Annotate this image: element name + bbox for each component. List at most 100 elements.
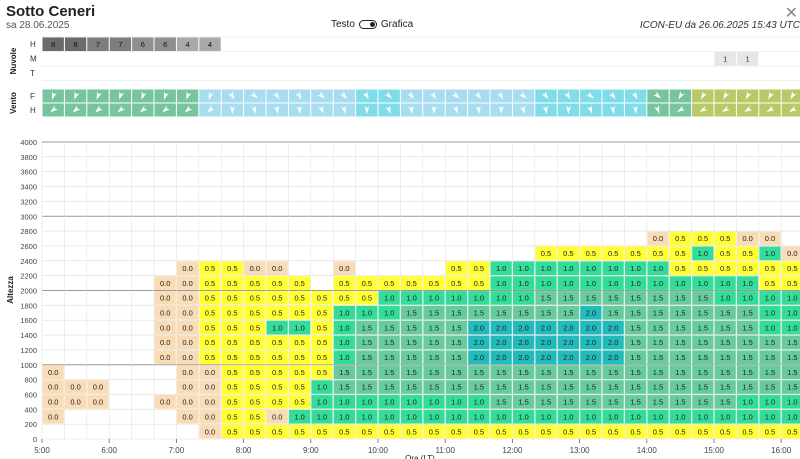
heat-cell-value: 1.0 xyxy=(586,279,596,288)
heat-cell-value: 1.0 xyxy=(541,412,551,421)
heat-cell-value: 1.5 xyxy=(384,383,394,392)
heat-cell-value: 1.5 xyxy=(451,338,461,347)
heat-cell-value: 0.5 xyxy=(675,234,685,243)
heat-cell-value: 1.5 xyxy=(630,368,640,377)
heat-cell-value: 1.5 xyxy=(787,353,797,362)
heat-cell-value: 0.5 xyxy=(227,323,237,332)
heat-cell-value: 1.5 xyxy=(653,294,663,303)
heat-cell-value: 1.5 xyxy=(653,398,663,407)
heat-cell-value: 0.5 xyxy=(698,234,708,243)
y-tick-label: 2400 xyxy=(20,257,37,266)
heat-cell-value: 1.5 xyxy=(675,398,685,407)
heat-cell-value: 1.5 xyxy=(675,353,685,362)
heat-cell-value: 0.5 xyxy=(429,279,439,288)
heat-cell-value: 1.5 xyxy=(362,383,372,392)
heat-cell-value: 2.0 xyxy=(541,338,551,347)
heat-cell-value: 0.5 xyxy=(787,264,797,273)
cloud-cell-value: 7 xyxy=(118,40,122,49)
heat-cell-value: 0.5 xyxy=(294,279,304,288)
heat-cell-value: 0.0 xyxy=(205,427,215,436)
heat-cell-value: 2.0 xyxy=(563,323,573,332)
heat-cell-value: 1.0 xyxy=(317,398,327,407)
heat-cell-value: 1.0 xyxy=(272,323,282,332)
wind-cell xyxy=(781,89,800,103)
heat-cell-value: 0.0 xyxy=(48,383,58,392)
x-axis-label: Ora (LT) xyxy=(405,454,435,459)
heat-cell-value: 1.5 xyxy=(742,353,752,362)
heat-cell-value: 1.5 xyxy=(518,308,528,317)
heat-cell-value: 0.5 xyxy=(362,279,372,288)
heat-cell-value: 1.5 xyxy=(653,383,663,392)
heat-cell-value: 1.0 xyxy=(742,412,752,421)
heat-cell-value: 0.0 xyxy=(160,294,170,303)
heat-cell-value: 2.0 xyxy=(474,353,484,362)
heat-cell-value: 1.5 xyxy=(720,308,730,317)
heat-cell-value: 2.0 xyxy=(518,353,528,362)
heat-cell-value: 1.0 xyxy=(518,279,528,288)
heat-cell-value: 0.5 xyxy=(541,249,551,258)
heat-cell-value: 2.0 xyxy=(474,323,484,332)
heat-cell-value: 1.5 xyxy=(406,368,416,377)
y-tick-label: 3600 xyxy=(20,168,37,177)
cloud-cell-value: 6 xyxy=(163,40,167,49)
heat-cell-value: 0.5 xyxy=(227,308,237,317)
heat-cell-value: 0.0 xyxy=(205,412,215,421)
heat-cell-value: 0.5 xyxy=(787,279,797,288)
heat-cell-value: 0.5 xyxy=(250,398,260,407)
heat-cell-value: 0.5 xyxy=(317,308,327,317)
heat-cell-value: 0.5 xyxy=(630,427,640,436)
heat-cell-value: 1.5 xyxy=(608,383,618,392)
heat-cell-value: 0.0 xyxy=(250,264,260,273)
heat-cell-value: 1.0 xyxy=(339,308,349,317)
y-tick-label: 1000 xyxy=(20,361,37,370)
y-tick-label: 3800 xyxy=(20,153,37,162)
heat-cell-value: 0.0 xyxy=(70,383,80,392)
heat-cell-value: 1.0 xyxy=(384,412,394,421)
heat-cell-value: 1.5 xyxy=(675,294,685,303)
y-tick-label: 3400 xyxy=(20,183,37,192)
heat-cell-value: 1.5 xyxy=(362,353,372,362)
heat-cell-value: 1.5 xyxy=(698,353,708,362)
heat-cell-value: 1.0 xyxy=(518,412,528,421)
heat-cell-value: 1.0 xyxy=(765,412,775,421)
heat-cell-value: 0.0 xyxy=(182,323,192,332)
heat-cell-value: 0.5 xyxy=(541,427,551,436)
heat-cell-value: 1.0 xyxy=(429,294,439,303)
heat-cell-value: 1.0 xyxy=(384,308,394,317)
heat-cell-value: 0.5 xyxy=(272,368,282,377)
heat-cell-value: 0.5 xyxy=(675,264,685,273)
heat-cell-value: 1.5 xyxy=(675,383,685,392)
heat-cell-value: 0.0 xyxy=(182,353,192,362)
heat-cell-value: 0.0 xyxy=(742,234,752,243)
heat-cell-value: 1.5 xyxy=(362,323,372,332)
heat-cell-value: 0.5 xyxy=(205,264,215,273)
heat-cell-value: 1.5 xyxy=(765,383,775,392)
heat-cell-value: 0.5 xyxy=(294,383,304,392)
heat-cell-value: 0.5 xyxy=(227,427,237,436)
heat-cell-value: 0.5 xyxy=(653,249,663,258)
heat-cell-value: 1.0 xyxy=(742,398,752,407)
heat-cell-value: 1.5 xyxy=(720,353,730,362)
heat-cell-value: 2.0 xyxy=(586,308,596,317)
heat-cell-value: 1.5 xyxy=(563,294,573,303)
heat-cell-value: 0.5 xyxy=(518,427,528,436)
x-tick-label: 12:00 xyxy=(502,446,523,455)
heat-cell-value: 0.5 xyxy=(227,279,237,288)
vento-row-label: H xyxy=(30,106,36,115)
heat-cell-value: 1.5 xyxy=(518,383,528,392)
heat-cell-value: 1.5 xyxy=(586,294,596,303)
heat-cell-value: 0.5 xyxy=(272,294,282,303)
heat-cell-value: 1.5 xyxy=(518,368,528,377)
heat-cell-value: 0.5 xyxy=(406,427,416,436)
heat-cell-value: 1.5 xyxy=(698,338,708,347)
heat-cell-value: 1.5 xyxy=(787,368,797,377)
heat-cell-value: 1.0 xyxy=(406,294,416,303)
heat-cell-value: 1.5 xyxy=(496,368,506,377)
x-tick-label: 9:00 xyxy=(303,446,319,455)
heat-cell-value: 2.0 xyxy=(563,338,573,347)
heat-cell-value: 0.0 xyxy=(787,249,797,258)
y-tick-label: 0 xyxy=(33,435,37,444)
y-tick-label: 600 xyxy=(24,390,37,399)
x-tick-label: 11:00 xyxy=(435,446,455,455)
heat-cell-value: 1.5 xyxy=(384,353,394,362)
